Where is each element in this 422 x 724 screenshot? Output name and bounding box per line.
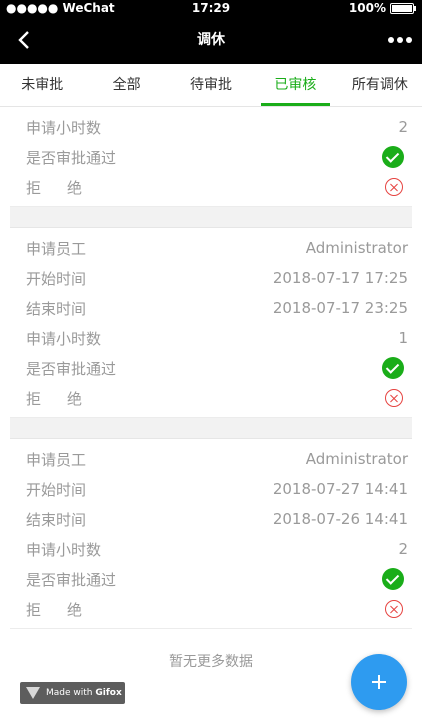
- row-reject: 拒绝: [10, 172, 412, 202]
- row-employee: 申请员工 Administrator: [10, 444, 412, 474]
- start-label: 开始时间: [26, 269, 87, 288]
- row-end: 结束时间 2018-07-17 23:25: [10, 293, 412, 323]
- hours-label: 申请小时数: [26, 540, 102, 559]
- employee-label: 申请员工: [26, 450, 87, 469]
- row-approved: 是否审批通过: [10, 353, 412, 383]
- start-value: 2018-07-17 17:25: [272, 269, 408, 287]
- row-hours: 申请小时数 2: [10, 534, 412, 564]
- page-title: 调休: [197, 32, 225, 48]
- end-label: 结束时间: [26, 299, 87, 318]
- reject-x-icon[interactable]: [385, 600, 403, 618]
- watermark-text: Made with Gifox: [46, 688, 122, 698]
- tab-all[interactable]: 全部: [84, 64, 168, 106]
- reject-label: 拒绝: [26, 600, 109, 619]
- employee-value: Administrator: [305, 450, 408, 468]
- row-approved: 是否审批通过: [10, 564, 412, 594]
- check-circle-icon: [382, 568, 404, 590]
- row-reject: 拒绝: [10, 594, 412, 624]
- check-circle-icon: [382, 357, 404, 379]
- more-menu-button[interactable]: [388, 32, 412, 48]
- add-button[interactable]: [351, 654, 407, 710]
- check-circle-icon: [382, 146, 404, 168]
- reject-label: 拒绝: [26, 389, 109, 408]
- end-label: 结束时间: [26, 510, 87, 529]
- approved-label: 是否审批通过: [26, 359, 117, 378]
- row-end: 结束时间 2018-07-26 14:41: [10, 504, 412, 534]
- record-card[interactable]: 申请员工 Administrator 开始时间 2018-07-27 14:41…: [10, 439, 412, 629]
- battery-percent: 100%: [348, 1, 386, 15]
- hours-value: 2: [398, 118, 408, 136]
- employee-value: Administrator: [305, 239, 408, 257]
- tab-reviewed[interactable]: 已审核: [253, 64, 337, 106]
- record-list: 申请小时数 2 是否审批通过 拒绝 申请员工 Administrator 开始时…: [10, 107, 412, 671]
- tab-all-leave[interactable]: 所有调休: [338, 64, 422, 106]
- divider: [10, 418, 412, 439]
- record-card[interactable]: 申请员工 Administrator 开始时间 2018-07-17 17:25…: [10, 228, 412, 418]
- row-start: 开始时间 2018-07-17 17:25: [10, 263, 412, 293]
- row-start: 开始时间 2018-07-27 14:41: [10, 474, 412, 504]
- tab-pending[interactable]: 待审批: [169, 64, 253, 106]
- employee-label: 申请员工: [26, 239, 87, 258]
- record-card[interactable]: 申请小时数 2 是否审批通过 拒绝: [10, 107, 412, 207]
- nav-bar: 调休: [0, 16, 422, 64]
- tab-unapproved[interactable]: 未审批: [0, 64, 84, 106]
- end-value: 2018-07-26 14:41: [272, 510, 408, 528]
- start-value: 2018-07-27 14:41: [272, 480, 408, 498]
- approved-label: 是否审批通过: [26, 148, 117, 167]
- reject-x-icon[interactable]: [385, 389, 403, 407]
- row-employee: 申请员工 Administrator: [10, 233, 412, 263]
- fox-logo-icon: [26, 687, 40, 699]
- row-hours: 申请小时数 1: [10, 323, 412, 353]
- battery-status: 100%: [348, 0, 416, 16]
- divider: [10, 207, 412, 228]
- hours-value: 1: [398, 329, 408, 347]
- hours-label: 申请小时数: [26, 118, 102, 137]
- more-dots-icon: [388, 37, 394, 43]
- reject-label: 拒绝: [26, 178, 109, 197]
- reject-x-icon[interactable]: [385, 178, 403, 196]
- row-approved: 是否审批通过: [10, 142, 412, 172]
- tab-bar: 未审批 全部 待审批 已审核 所有调休: [0, 64, 422, 107]
- status-bar: ●●●●● WeChat 17:29 100%: [0, 0, 422, 16]
- row-hours: 申请小时数 2: [10, 112, 412, 142]
- end-value: 2018-07-17 23:25: [272, 299, 408, 317]
- battery-icon: [390, 2, 416, 14]
- start-label: 开始时间: [26, 480, 87, 499]
- gifox-watermark: Made with Gifox: [20, 682, 125, 704]
- approved-label: 是否审批通过: [26, 570, 117, 589]
- hours-label: 申请小时数: [26, 329, 102, 348]
- no-more-data: 暂无更多数据: [169, 654, 253, 670]
- row-reject: 拒绝: [10, 383, 412, 413]
- hours-value: 2: [398, 540, 408, 558]
